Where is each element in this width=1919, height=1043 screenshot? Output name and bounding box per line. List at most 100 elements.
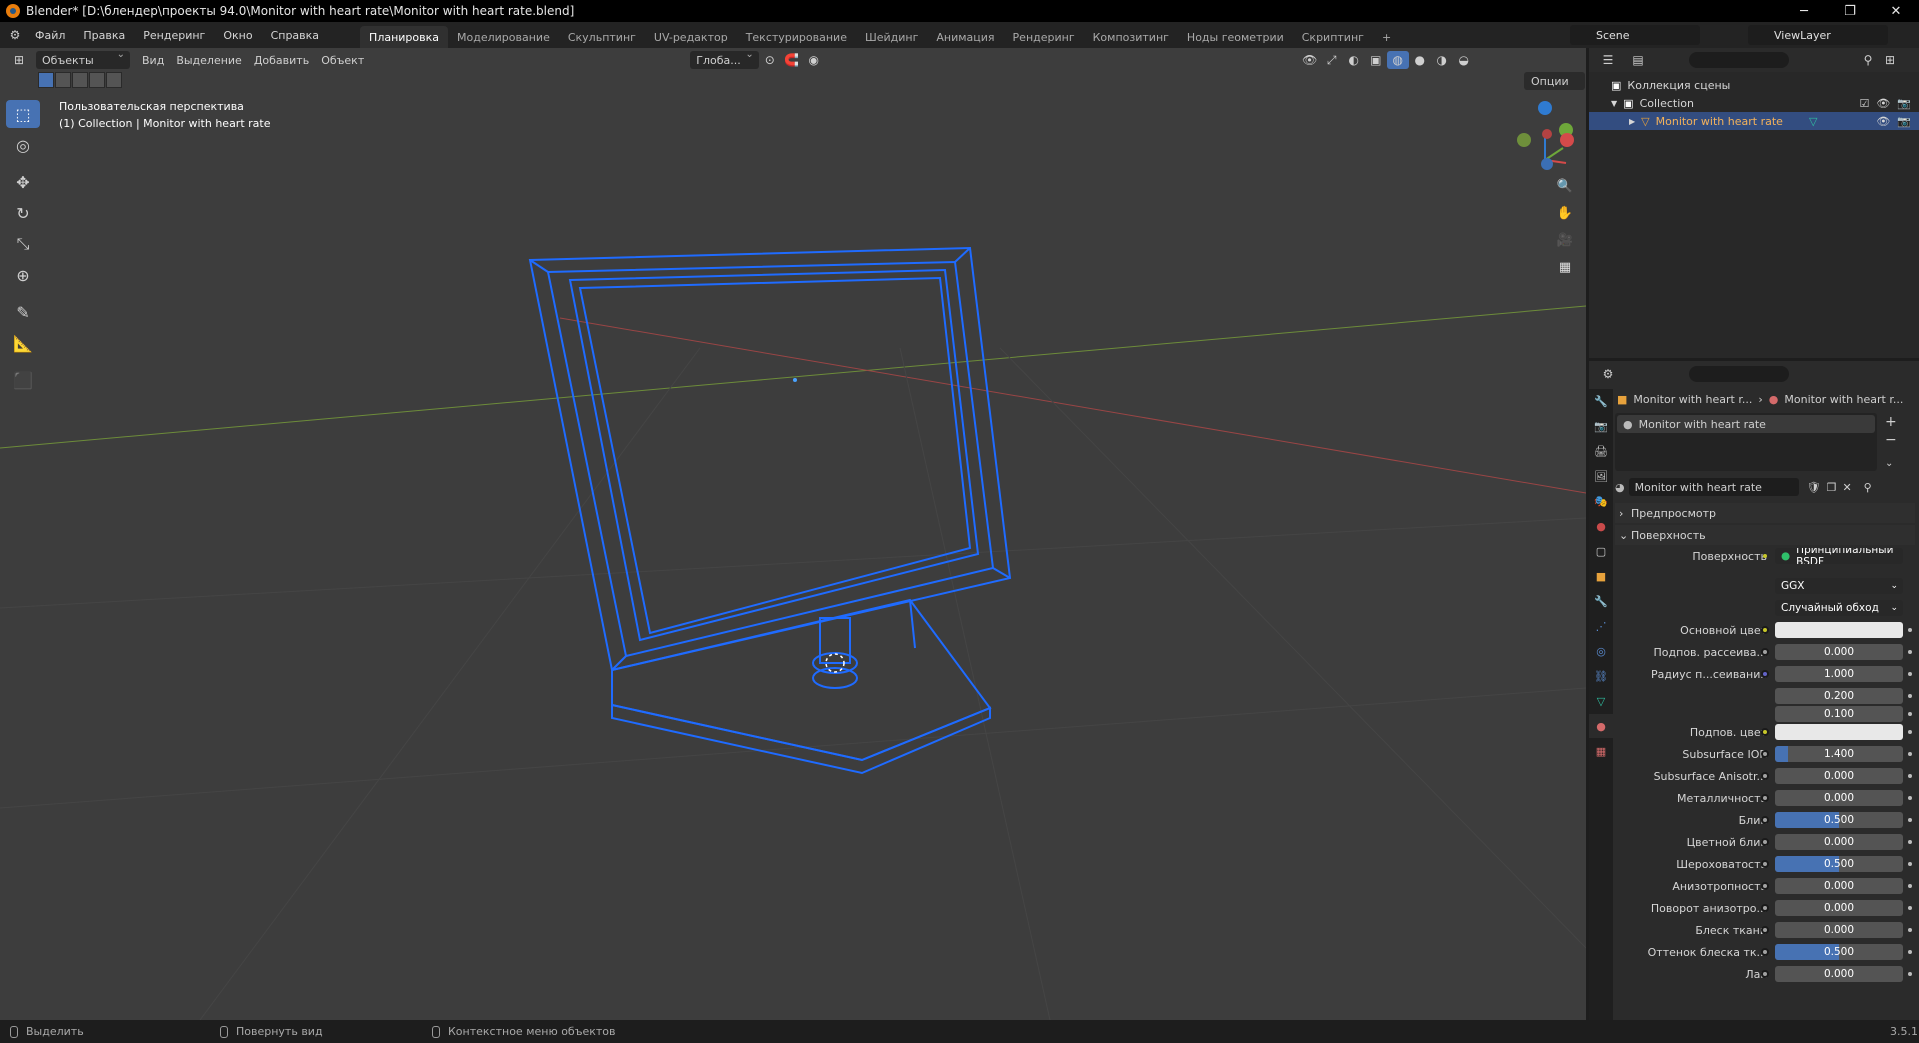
tab-workspace[interactable]: Скульптинг: [559, 26, 645, 48]
number-field[interactable]: 1.000: [1775, 666, 1903, 682]
tab-workspace[interactable]: Текстурирование: [737, 26, 856, 48]
number-field[interactable]: 0.000: [1775, 900, 1903, 916]
socket-icon[interactable]: [1761, 648, 1769, 656]
new-collection-icon[interactable]: ⊞: [1879, 51, 1901, 69]
tool-tab-icon[interactable]: 🔧: [1589, 389, 1613, 413]
socket-icon[interactable]: [1761, 728, 1769, 736]
minimize-icon[interactable]: ─: [1781, 0, 1827, 22]
snap-icon[interactable]: 🧲: [781, 51, 803, 69]
material-browse-icon[interactable]: ◕: [1615, 481, 1625, 494]
constraints-tab-icon[interactable]: ⛓: [1589, 664, 1613, 688]
tab-workspace[interactable]: Рендеринг: [1004, 26, 1084, 48]
number-field[interactable]: 0.000: [1775, 644, 1903, 660]
expand-arrow-icon[interactable]: ▶: [1629, 117, 1635, 126]
panel-surface[interactable]: ⌄ Поверхность: [1615, 525, 1915, 545]
material-name-field[interactable]: Monitor with heart rate: [1628, 478, 1799, 496]
grid-view-icon[interactable]: ▦: [1553, 255, 1577, 279]
proportional-edit-icon[interactable]: ◉: [803, 51, 825, 69]
keyframe-icon[interactable]: [1908, 712, 1912, 716]
add-workspace-icon[interactable]: +: [1373, 26, 1400, 48]
camera-icon[interactable]: 📷: [1897, 97, 1911, 110]
scale-tool-icon[interactable]: ⤡: [6, 230, 40, 258]
material-shading-icon[interactable]: ◑: [1431, 51, 1453, 69]
add-slot-icon[interactable]: +: [1885, 413, 1897, 431]
color-field[interactable]: [1775, 724, 1903, 740]
keyframe-icon[interactable]: [1908, 906, 1912, 910]
color-field[interactable]: [1775, 622, 1903, 638]
physics-tab-icon[interactable]: ◎: [1589, 639, 1613, 663]
scene-tab-icon[interactable]: 🎭: [1589, 489, 1613, 513]
tab-workspace[interactable]: Планировка: [360, 26, 449, 48]
eye-icon[interactable]: 👁: [1876, 115, 1890, 128]
link-type-icon[interactable]: ⚲: [1864, 481, 1872, 494]
socket-icon[interactable]: [1761, 670, 1769, 678]
rendered-shading-icon[interactable]: ◒: [1453, 51, 1475, 69]
keyframe-icon[interactable]: [1908, 650, 1912, 654]
eye-icon[interactable]: 👁: [1876, 97, 1890, 110]
keyframe-icon[interactable]: [1908, 840, 1912, 844]
number-field[interactable]: 0.000: [1775, 922, 1903, 938]
output-tab-icon[interactable]: 🖨: [1589, 439, 1613, 463]
number-field[interactable]: 0.000: [1775, 768, 1903, 784]
number-field[interactable]: 0.500: [1775, 812, 1903, 828]
annotate-tool-icon[interactable]: ✎: [6, 298, 40, 326]
tab-workspace[interactable]: Моделирование: [448, 26, 559, 48]
options-button[interactable]: Опции: [1524, 72, 1585, 90]
maximize-icon[interactable]: ❐: [1827, 0, 1873, 22]
tab-workspace[interactable]: UV-редактор: [645, 26, 737, 48]
overlay-icon[interactable]: ◐: [1343, 51, 1365, 69]
subsurface-method-dropdown[interactable]: Случайный обход ⌄: [1775, 600, 1903, 616]
select-intersect-icon[interactable]: [106, 72, 122, 88]
number-field[interactable]: 0.500: [1775, 944, 1903, 960]
outliner-editor-icon[interactable]: ☰: [1597, 51, 1619, 69]
filter-icon[interactable]: ⚲: [1857, 51, 1879, 69]
socket-icon[interactable]: [1761, 750, 1769, 758]
number-field[interactable]: 0.000: [1775, 834, 1903, 850]
panel-preview[interactable]: › Предпросмотр: [1615, 503, 1915, 523]
remove-slot-icon[interactable]: −: [1885, 431, 1897, 449]
visibility-icon[interactable]: 👁: [1299, 51, 1321, 69]
keyframe-icon[interactable]: [1908, 774, 1912, 778]
socket-icon[interactable]: [1761, 860, 1769, 868]
tab-workspace[interactable]: Шейдинг: [856, 26, 927, 48]
gizmo-icon[interactable]: ⤢: [1321, 51, 1343, 69]
object-tab-icon[interactable]: ■: [1589, 564, 1613, 588]
socket-icon[interactable]: [1761, 626, 1769, 634]
zoom-icon[interactable]: 🔍: [1553, 174, 1577, 198]
tab-workspace[interactable]: Композитинг: [1084, 26, 1178, 48]
keyframe-icon[interactable]: [1908, 862, 1912, 866]
editor-type-icon[interactable]: ⊞: [8, 51, 30, 69]
3d-viewport[interactable]: ⊞ Объекты ВидВыделениеДобавитьОбъект Гло…: [0, 48, 1586, 1020]
unlink-icon[interactable]: ✕: [1842, 481, 1851, 494]
view-layer-selector[interactable]: ViewLayer: [1748, 25, 1888, 45]
keyframe-icon[interactable]: [1908, 628, 1912, 632]
outliner-collection[interactable]: ▼ ▣ Collection ☑ 👁 📷: [1589, 94, 1919, 112]
blender-menu-icon[interactable]: ⚙: [4, 26, 26, 44]
socket-icon[interactable]: [1761, 970, 1769, 978]
socket-icon[interactable]: [1761, 794, 1769, 802]
measure-tool-icon[interactable]: 📐: [6, 329, 40, 357]
select-box-tool-icon[interactable]: ⬚: [6, 100, 40, 128]
modifier-tab-icon[interactable]: 🔧: [1589, 589, 1613, 613]
number-field[interactable]: 0.100: [1775, 706, 1903, 722]
select-subtract-icon[interactable]: [72, 72, 88, 88]
keyframe-icon[interactable]: [1908, 972, 1912, 976]
select-invert-icon[interactable]: [89, 72, 105, 88]
collection-tab-icon[interactable]: ▢: [1589, 539, 1613, 563]
number-field[interactable]: 0.000: [1775, 790, 1903, 806]
material-slot-item[interactable]: ● Monitor with heart rate: [1617, 415, 1875, 433]
world-tab-icon[interactable]: ●: [1589, 514, 1613, 538]
socket-icon[interactable]: [1761, 838, 1769, 846]
number-field[interactable]: 0.000: [1775, 966, 1903, 982]
fake-user-icon[interactable]: 🛡: [1807, 481, 1821, 494]
rotate-tool-icon[interactable]: ↻: [6, 199, 40, 227]
tab-workspace[interactable]: Анимация: [927, 26, 1003, 48]
checkbox-icon[interactable]: ☑: [1859, 97, 1869, 110]
number-field[interactable]: 0.500: [1775, 856, 1903, 872]
duplicate-icon[interactable]: ❐: [1827, 481, 1837, 494]
close-icon[interactable]: ✕: [1873, 0, 1919, 22]
menu-item[interactable]: Файл: [26, 22, 74, 48]
keyframe-icon[interactable]: [1908, 752, 1912, 756]
expand-arrow-icon[interactable]: ▼: [1611, 99, 1617, 108]
number-field[interactable]: 0.200: [1775, 688, 1903, 704]
